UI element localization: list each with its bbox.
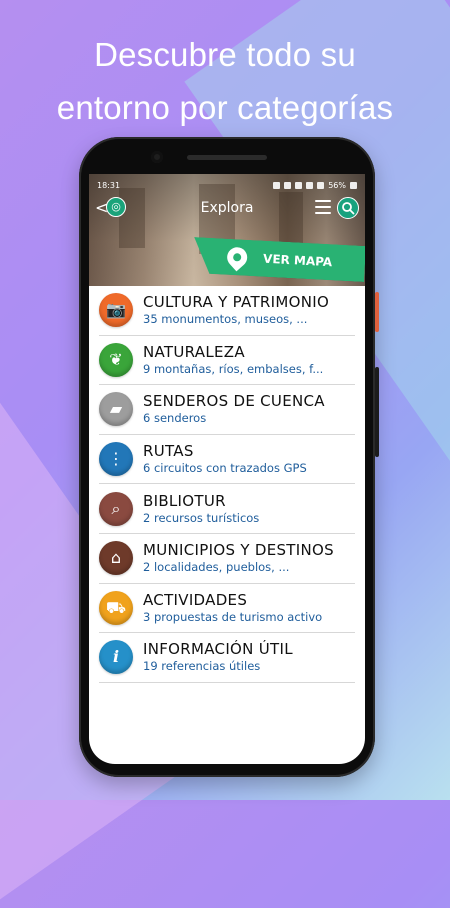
category-subtitle: 6 senderos — [143, 411, 207, 426]
app-bar: < ◎ Explora — [89, 194, 365, 224]
search-icon — [342, 202, 355, 215]
ver-mapa-label: VER MAPA — [262, 251, 333, 270]
app-screen: 18:31 56% < ◎ Explora VER MAPA 📷 CULTURA… — [89, 174, 365, 764]
notification-icon — [273, 181, 281, 189]
trail-map-icon: ▰ — [99, 392, 133, 427]
category-title: RUTAS — [143, 442, 194, 461]
category-item-rutas[interactable]: ⋮ RUTAS 6 circuitos con trazados GPS — [99, 435, 355, 485]
category-subtitle: 2 recursos turísticos — [143, 510, 260, 525]
earpiece-speaker — [187, 155, 267, 160]
camera-icon: 📷 — [99, 293, 133, 328]
category-title: NATURALEZA — [143, 342, 245, 361]
phone-frame: 18:31 56% < ◎ Explora VER MAPA 📷 CULTURA… — [79, 137, 379, 777]
category-subtitle: 9 montañas, ríos, embalses, f... — [143, 361, 324, 376]
book-search-icon: ⌕ — [99, 491, 133, 526]
category-title: CULTURA Y PATRIMONIO — [143, 293, 330, 312]
status-bar: 18:31 56% — [97, 179, 357, 191]
power-button — [375, 292, 379, 332]
front-camera — [151, 151, 163, 163]
status-time: 18:31 — [97, 180, 121, 190]
category-item-informacion[interactable]: i INFORMACIÓN ÚTIL 19 referencias útiles — [99, 633, 355, 683]
battery-level: 56% — [328, 180, 346, 190]
category-subtitle: 6 circuitos con trazados GPS — [143, 461, 307, 476]
signal-icon — [317, 181, 325, 189]
promo-headline: Descubre todo su entorno por categorías — [0, 28, 450, 134]
location-icon — [295, 181, 303, 189]
house-icon: ⌂ — [99, 541, 133, 576]
info-icon: i — [99, 640, 133, 675]
category-subtitle: 35 monumentos, museos, ... — [143, 312, 308, 327]
search-button[interactable] — [337, 197, 359, 219]
bluetooth-icon — [284, 181, 292, 189]
route-icon: ⋮ — [99, 442, 133, 477]
category-item-bibliotur[interactable]: ⌕ BIBLIOTUR 2 recursos turísticos — [99, 484, 355, 534]
category-item-actividades[interactable]: ⛟ ACTIVIDADES 3 propuestas de turismo ac… — [99, 584, 355, 634]
car-icon: ⛟ — [99, 590, 133, 625]
battery-icon — [350, 181, 357, 189]
menu-icon[interactable] — [315, 200, 331, 214]
map-pin-icon — [223, 243, 251, 271]
category-subtitle: 3 propuestas de turismo activo — [143, 609, 323, 624]
volume-button — [375, 367, 379, 457]
headline-line-1: Descubre todo su — [94, 36, 356, 73]
leaf-icon: ❦ — [99, 342, 133, 377]
category-subtitle: 19 referencias útiles — [143, 659, 261, 674]
category-item-cultura[interactable]: 📷 CULTURA Y PATRIMONIO 35 monumentos, mu… — [99, 286, 355, 336]
category-title: BIBLIOTUR — [143, 491, 226, 510]
category-title: ACTIVIDADES — [143, 590, 248, 609]
category-title: SENDEROS DE CUENCA — [143, 392, 325, 411]
category-item-municipios[interactable]: ⌂ MUNICIPIOS Y DESTINOS 2 localidades, p… — [99, 534, 355, 584]
category-item-senderos[interactable]: ▰ SENDEROS DE CUENCA 6 senderos — [99, 385, 355, 435]
category-list: 📷 CULTURA Y PATRIMONIO 35 monumentos, mu… — [99, 286, 355, 683]
wifi-icon — [306, 181, 314, 189]
category-subtitle: 2 localidades, pueblos, ... — [143, 560, 290, 575]
category-title: INFORMACIÓN ÚTIL — [143, 640, 293, 659]
category-title: MUNICIPIOS Y DESTINOS — [143, 541, 334, 560]
category-item-naturaleza[interactable]: ❦ NATURALEZA 9 montañas, ríos, embalses,… — [99, 336, 355, 386]
headline-line-2: entorno por categorías — [56, 89, 394, 126]
